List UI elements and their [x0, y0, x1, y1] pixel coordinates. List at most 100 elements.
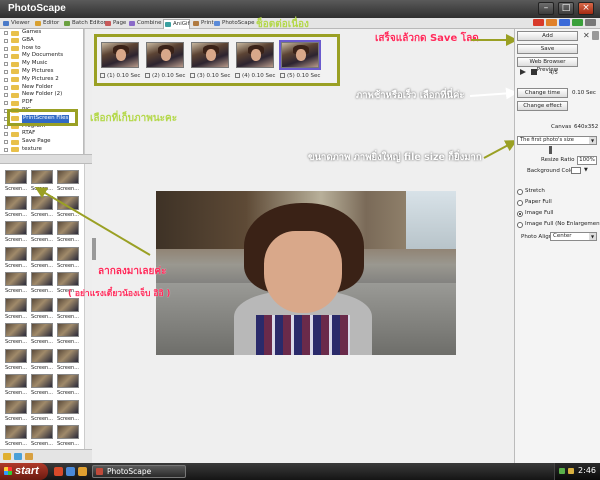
red-tool-icon[interactable]: [533, 19, 544, 26]
thumbnail-item[interactable]: Screen...: [30, 170, 54, 194]
thumbnail-item[interactable]: Screen...: [30, 221, 54, 245]
thumbnail-item[interactable]: Screen...: [56, 297, 80, 322]
fit-mode-radio[interactable]: Image Full (No Enlargement): [517, 220, 600, 228]
maximize-button[interactable]: □: [558, 2, 574, 15]
gray-tool-icon[interactable]: [585, 19, 596, 26]
animation-frame[interactable]: [101, 42, 139, 68]
thumbnail-item[interactable]: Screen...: [56, 246, 80, 271]
panel-splitter[interactable]: [0, 154, 92, 164]
animation-frame[interactable]: [146, 42, 184, 68]
add-button[interactable]: Add: [517, 31, 578, 41]
animation-frame[interactable]: [236, 42, 274, 68]
thumbnail-item[interactable]: Screen...: [56, 374, 80, 398]
fit-mode-radio[interactable]: Image Full: [517, 209, 597, 217]
folder-item[interactable]: texture: [0, 146, 83, 154]
tab-anigif[interactable]: AniGif: [163, 19, 190, 29]
folder-tree-scrollbar[interactable]: [84, 29, 92, 154]
folder-item[interactable]: GBA: [0, 37, 83, 45]
ie-icon[interactable]: [66, 467, 75, 476]
expand-icon[interactable]: [4, 77, 8, 82]
folder-item[interactable]: My Pictures 2: [0, 76, 83, 84]
thumbnail-item[interactable]: Screen...: [56, 221, 80, 245]
tab-page[interactable]: Page: [104, 19, 126, 29]
thumbnail-item[interactable]: Screen...: [30, 374, 54, 398]
folder-item[interactable]: My Documents: [0, 52, 83, 60]
thumbnail-item[interactable]: Screen...: [30, 246, 54, 271]
folder-item[interactable]: Games: [0, 29, 83, 37]
save-button[interactable]: Save: [517, 44, 578, 54]
tab-batch-editor[interactable]: Batch Editor: [63, 19, 106, 29]
thumbnail-item[interactable]: Screen...: [4, 272, 28, 296]
expand-icon[interactable]: [4, 31, 8, 35]
expand-icon[interactable]: [4, 38, 8, 43]
tab-editor[interactable]: Editor: [34, 19, 61, 29]
animation-frame[interactable]: [279, 40, 321, 70]
thumbnail-item[interactable]: Screen...: [4, 221, 28, 245]
thumbnail-item[interactable]: Screen...: [4, 323, 28, 347]
expand-icon[interactable]: [4, 101, 8, 106]
folder-item[interactable]: My Music: [0, 60, 83, 68]
refresh-icon[interactable]: [14, 453, 22, 460]
frame-delay[interactable]: (5) 0.10 Sec: [280, 73, 320, 79]
star-icon[interactable]: [3, 453, 11, 460]
clear-icon[interactable]: ✕: [583, 31, 591, 40]
photo-align-select[interactable]: Center ▼: [550, 232, 597, 241]
start-button[interactable]: start: [0, 463, 48, 480]
expand-icon[interactable]: [4, 62, 8, 67]
expand-icon[interactable]: [4, 46, 8, 51]
thumbnail-item[interactable]: Screen...: [4, 348, 28, 373]
expand-icon[interactable]: [4, 132, 8, 137]
thumbnail-item[interactable]: Screen...: [56, 195, 80, 220]
trash-icon[interactable]: [592, 31, 599, 40]
expand-icon[interactable]: [4, 54, 8, 59]
thumbnail-item[interactable]: Screen...: [56, 399, 80, 424]
tab-print[interactable]: Print: [192, 19, 214, 29]
web-preview-button[interactable]: Web Browser Preview: [517, 57, 578, 73]
folder-icon[interactable]: [25, 453, 33, 460]
color-chevron-icon[interactable]: ▼: [584, 167, 588, 173]
expand-icon[interactable]: [4, 147, 8, 152]
stop-icon[interactable]: [531, 69, 537, 75]
thumbnail-item[interactable]: Screen...: [4, 425, 28, 449]
thumbnail-item[interactable]: Screen...: [30, 195, 54, 220]
thumbnail-item[interactable]: Screen...: [30, 272, 54, 296]
collapse-handle[interactable]: [92, 238, 96, 260]
network-tray-icon[interactable]: [559, 468, 565, 474]
frame-delay[interactable]: (3) 0.10 Sec: [190, 73, 230, 79]
thumbnail-item[interactable]: Screen...: [4, 399, 28, 424]
thumbnail-item[interactable]: Screen...: [56, 170, 80, 194]
close-button[interactable]: ×: [578, 2, 594, 15]
fit-mode-radio[interactable]: Stretch: [517, 187, 597, 195]
folder-item[interactable]: New Folder (2): [0, 91, 83, 99]
thumbnail-item[interactable]: Screen...: [4, 170, 28, 194]
folder-item[interactable]: Save Page: [0, 138, 83, 146]
thumbnail-item[interactable]: Screen...: [56, 425, 80, 449]
canvas-size-select[interactable]: The first photo's size ▼: [517, 136, 597, 145]
thumbnail-item[interactable]: Screen...: [30, 323, 54, 347]
tab-combine[interactable]: Combine: [128, 19, 161, 29]
change-effect-button[interactable]: Change effect: [517, 101, 568, 111]
thumbnail-scrollbar[interactable]: [84, 164, 92, 449]
folder-item[interactable]: New Folder: [0, 84, 83, 92]
tab-photoscape[interactable]: PhotoScape: [213, 19, 254, 29]
folder-item[interactable]: PDF: [0, 99, 83, 107]
firefox-icon[interactable]: [54, 467, 63, 476]
blue-tool-icon[interactable]: [559, 19, 570, 26]
green-tool-icon[interactable]: [572, 19, 583, 26]
resize-ratio-input[interactable]: 100%: [577, 156, 597, 165]
folder-item[interactable]: RTAF: [0, 130, 83, 138]
thumbnail-item[interactable]: Screen...: [4, 374, 28, 398]
thumbnail-item[interactable]: Screen...: [30, 425, 54, 449]
taskbar-photoscape[interactable]: PhotoScape: [92, 465, 186, 478]
frame-delay[interactable]: (1) 0.10 Sec: [100, 73, 140, 79]
animation-frame[interactable]: [191, 42, 229, 68]
fit-mode-radio[interactable]: Paper Full: [517, 198, 597, 206]
thumbnail-item[interactable]: Screen...: [30, 399, 54, 424]
thumbnail-item[interactable]: Screen...: [56, 323, 80, 347]
folder-quicklaunch-icon[interactable]: [78, 467, 87, 476]
frame-delay[interactable]: (2) 0.10 Sec: [145, 73, 185, 79]
folder-item[interactable]: My Pictures: [0, 68, 83, 76]
tab-viewer[interactable]: Viewer: [2, 19, 32, 29]
expand-icon[interactable]: [4, 69, 8, 74]
expand-icon[interactable]: [4, 93, 8, 98]
